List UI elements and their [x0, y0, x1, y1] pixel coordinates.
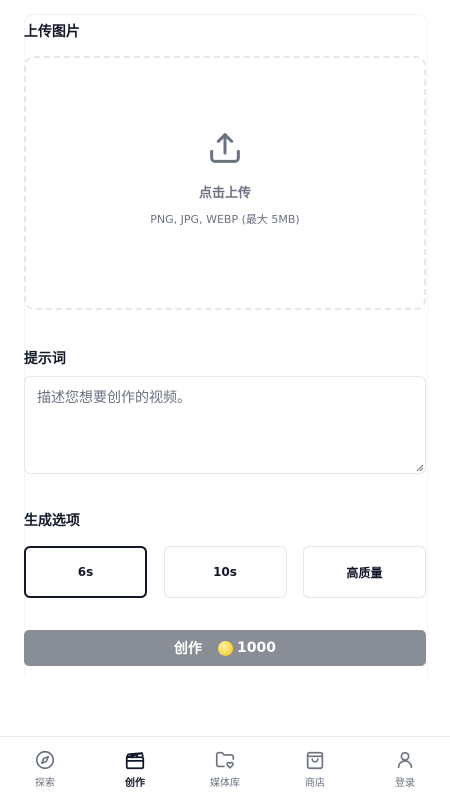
clapperboard-icon: [125, 752, 145, 770]
nav-label-explore: 探索: [35, 778, 55, 789]
option-6s[interactable]: 6s: [24, 546, 147, 598]
nav-item-explore[interactable]: 探索: [5, 737, 85, 789]
coin-icon: [218, 640, 234, 656]
upload-format-hint: PNG, JPG, WEBP (最大 5MB): [150, 212, 300, 226]
upload-icon: [210, 132, 240, 163]
nav-item-store[interactable]: 商店: [275, 737, 355, 789]
prompt-input[interactable]: [24, 376, 426, 474]
user-icon: [397, 751, 413, 769]
options-section-title: 生成选项: [24, 513, 80, 529]
nav-item-library[interactable]: 媒体库: [185, 737, 265, 789]
bottom-nav: 探索 创作 媒体库 商店 登录: [0, 736, 450, 800]
nav-label-library: 媒体库: [210, 778, 240, 789]
compass-icon: [35, 750, 55, 770]
upload-action-label: 点击上传: [198, 185, 251, 201]
nav-item-login[interactable]: 登录: [365, 737, 445, 789]
nav-item-create[interactable]: 创作: [95, 737, 175, 789]
resize-grip-icon[interactable]: [416, 464, 424, 472]
nav-label-login: 登录: [395, 778, 415, 789]
generation-options: 6s 10s 高质量: [24, 546, 426, 598]
option-10s[interactable]: 10s: [163, 546, 287, 598]
prompt-section-title: 提示词: [24, 351, 66, 367]
app-root: 上传图片 点击上传 PNG, JPG, WEBP (最大 5MB) 提示词 精品…: [0, 0, 450, 800]
upload-section-title: 上传图片: [24, 24, 80, 40]
create-button-label: 创作: [174, 641, 203, 657]
folder-heart-icon: [215, 751, 235, 769]
create-cost: 1000: [237, 640, 276, 656]
nav-label-create: 创作: [125, 778, 145, 789]
create-button[interactable]: 创作 1000: [24, 630, 426, 666]
option-high-quality[interactable]: 高质量: [303, 546, 426, 598]
upload-dropzone[interactable]: 点击上传 PNG, JPG, WEBP (最大 5MB): [24, 56, 426, 310]
shopping-bag-icon: [306, 751, 324, 770]
nav-label-store: 商店: [305, 778, 325, 789]
